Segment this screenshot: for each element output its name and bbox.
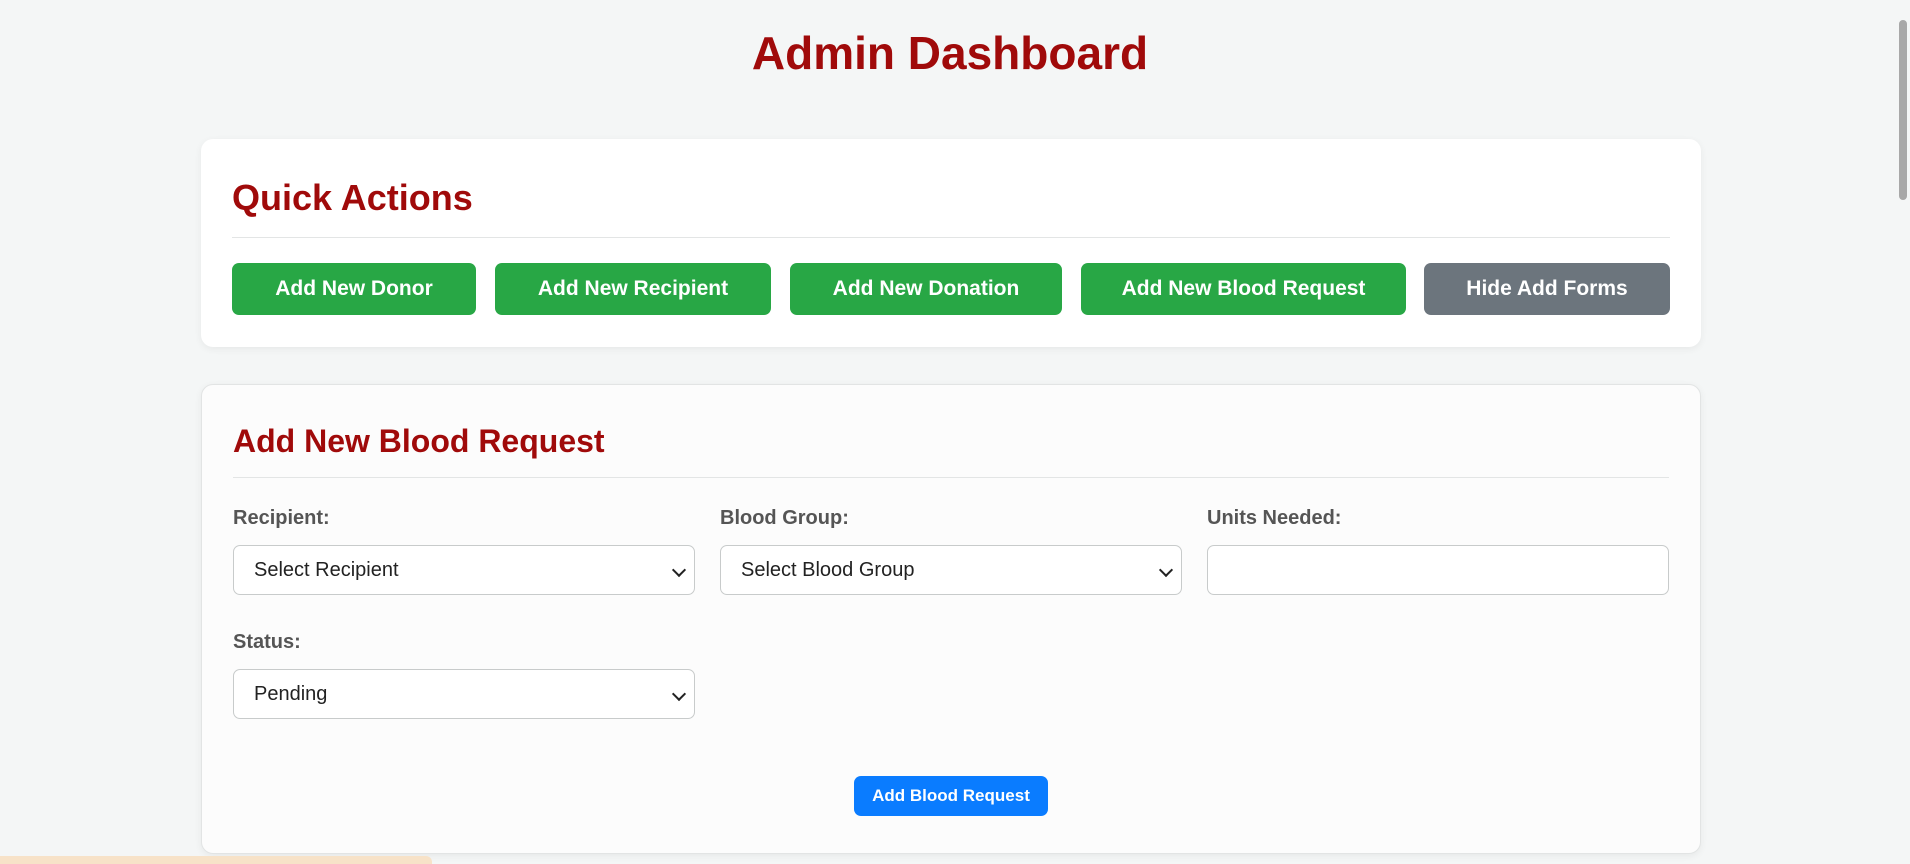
blood-group-select[interactable]: Select Blood Group bbox=[720, 545, 1182, 595]
add-new-donation-button[interactable]: Add New Donation bbox=[790, 263, 1062, 315]
blood-request-form-card: Add New Blood Request Recipient: Select … bbox=[201, 384, 1701, 854]
add-new-blood-request-button[interactable]: Add New Blood Request bbox=[1081, 263, 1406, 315]
status-select[interactable]: Pending bbox=[233, 669, 695, 719]
quick-actions-card: Quick Actions Add New Donor Add New Reci… bbox=[201, 139, 1701, 347]
page-title: Admin Dashboard bbox=[751, 27, 1149, 79]
blood-request-form-heading: Add New Blood Request bbox=[233, 423, 605, 459]
chevron-down-icon bbox=[1158, 562, 1174, 578]
hide-add-forms-button[interactable]: Hide Add Forms bbox=[1424, 263, 1670, 315]
chevron-down-icon bbox=[671, 562, 687, 578]
add-blood-request-button[interactable]: Add Blood Request bbox=[854, 776, 1048, 816]
blood-group-label: Blood Group: bbox=[720, 507, 849, 529]
chevron-down-icon bbox=[671, 686, 687, 702]
quick-actions-heading: Quick Actions bbox=[232, 177, 473, 218]
recipient-select[interactable]: Select Recipient bbox=[233, 545, 695, 595]
admin-dashboard-page: Admin Dashboard Quick Actions Add New Do… bbox=[0, 0, 1910, 864]
blood-group-select-value: Select Blood Group bbox=[741, 559, 915, 581]
blood-request-form-divider bbox=[233, 477, 1669, 478]
units-needed-label: Units Needed: bbox=[1207, 507, 1342, 529]
quick-actions-divider bbox=[232, 237, 1670, 238]
recipient-label: Recipient: bbox=[233, 507, 330, 529]
units-needed-input[interactable] bbox=[1207, 545, 1669, 595]
add-new-donor-button[interactable]: Add New Donor bbox=[232, 263, 476, 315]
scrollbar-thumb[interactable] bbox=[1899, 20, 1907, 200]
page-scrollbar[interactable] bbox=[1896, 0, 1910, 864]
toast-notification-edge bbox=[0, 856, 432, 864]
recipient-select-value: Select Recipient bbox=[254, 559, 399, 581]
status-select-value: Pending bbox=[254, 683, 328, 705]
status-label: Status: bbox=[233, 631, 301, 653]
add-new-recipient-button[interactable]: Add New Recipient bbox=[495, 263, 771, 315]
